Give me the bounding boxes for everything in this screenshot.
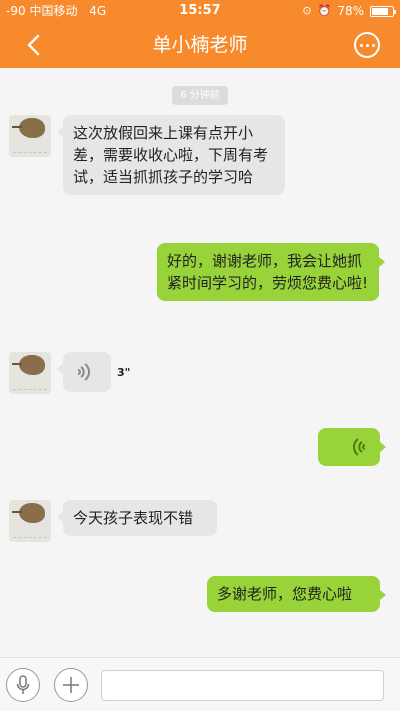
page-title: 单小楠老师 [152, 34, 248, 56]
teacher-avatar[interactable] [9, 352, 51, 394]
microphone-icon [16, 675, 30, 694]
sent-message[interactable]: 好的，谢谢老师，我会让她抓紧时间学习的，劳烦您费心啦! [157, 243, 385, 301]
sent-message[interactable]: 多谢老师，您费心啦 [207, 576, 386, 612]
nav-bar: 单小楠老师 [0, 22, 400, 68]
battery-icon [370, 5, 396, 17]
received-message[interactable]: 这次放假回来上课有点开小差，需要收收心啦，下周有考试，适当抓抓孩子的学习哈 [57, 115, 285, 195]
header: -90 中国移动 4G 15:57 ⊙ ⏰ 78% 单小楠老师 [0, 0, 400, 68]
back-button[interactable] [18, 30, 48, 60]
status-bar: -90 中国移动 4G 15:57 ⊙ ⏰ 78% [0, 0, 400, 22]
battery-percent: 78% [337, 4, 364, 18]
input-bar [0, 657, 400, 711]
received-message[interactable]: 今天孩子表现不错 [57, 500, 217, 536]
more-button[interactable] [354, 32, 380, 58]
orientation-lock-icon: ⊙ [302, 4, 312, 17]
voice-wave-icon [77, 363, 90, 381]
received-voice-message[interactable] [57, 352, 111, 392]
teacher-avatar[interactable] [9, 500, 51, 542]
more-circle-icon [359, 43, 363, 47]
voice-wave-icon [353, 438, 366, 456]
voice-duration: 3" [117, 366, 131, 379]
alarm-icon: ⏰ [317, 4, 332, 17]
voice-input-button[interactable] [6, 668, 40, 702]
add-attachment-button[interactable] [54, 668, 88, 702]
teacher-avatar[interactable] [9, 115, 51, 157]
chevron-left-icon [27, 34, 40, 56]
plus-icon [63, 677, 79, 693]
message-input[interactable] [101, 670, 384, 701]
message-timestamp: 6 分钟前 [172, 86, 228, 105]
sent-voice-message[interactable] [318, 428, 386, 466]
status-right: ⊙ ⏰ 78% [302, 0, 396, 22]
